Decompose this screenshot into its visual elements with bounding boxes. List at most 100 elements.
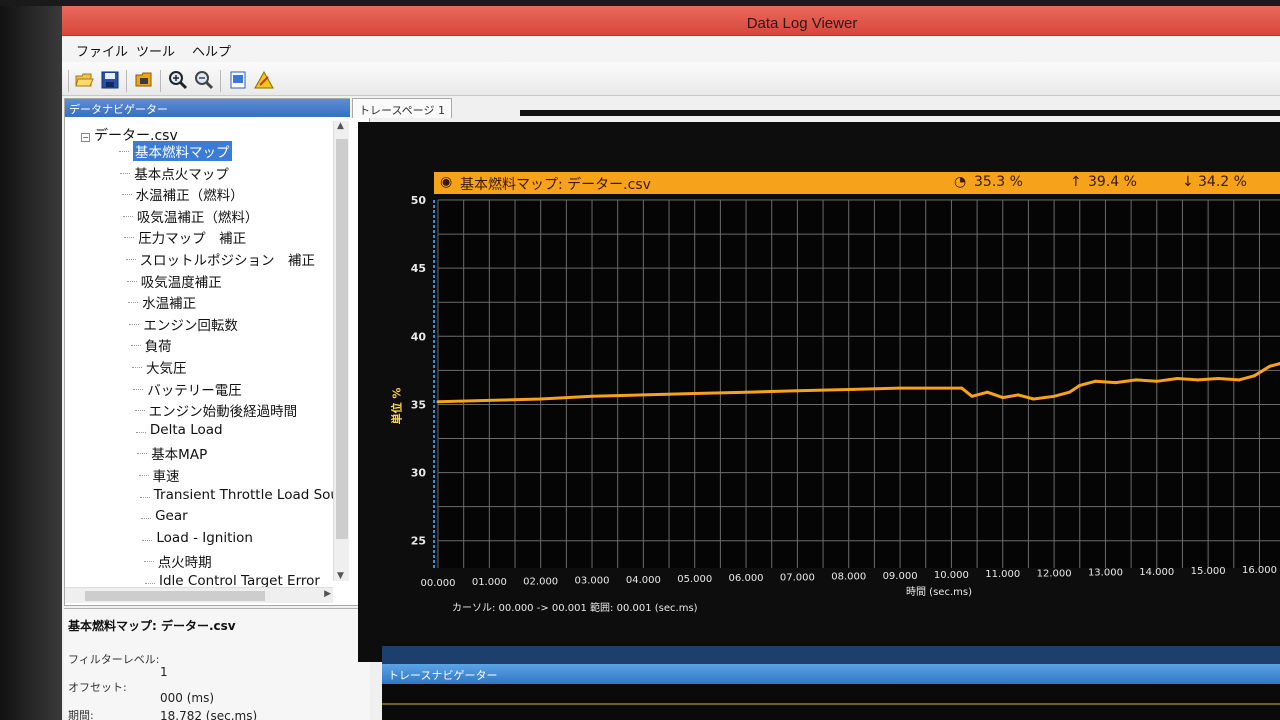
tree-item[interactable]: 水温補正 [142, 292, 196, 312]
data-point [1216, 377, 1220, 381]
tree-connector [130, 345, 141, 347]
period-value: 18.782 (sec.ms) [160, 709, 258, 720]
tree-item[interactable]: 車速 [153, 465, 180, 485]
tree-item[interactable]: Gear [155, 508, 188, 524]
tree-connector [134, 410, 145, 412]
tree-connector [139, 496, 150, 498]
screen: Data Log Viewer ファイル ツール ヘルプ データナビゲーター −… [0, 0, 1280, 720]
data-point [590, 394, 594, 398]
tree-connector [122, 215, 133, 217]
x-tick-label: 11.000 [985, 569, 1020, 580]
x-tick-label: 01.000 [472, 577, 507, 588]
y-tick-label: 45 [411, 262, 426, 275]
data-point [1237, 378, 1241, 382]
data-point [960, 386, 964, 390]
tree-item[interactable]: Idle Control Target Error [159, 573, 320, 587]
tree-item[interactable]: 吸気温度補正 [141, 271, 222, 291]
tree-connector [121, 194, 132, 196]
data-point [1175, 377, 1179, 381]
tree-horizontal-scroll-thumb[interactable] [85, 591, 265, 601]
tree-item[interactable]: スロットルポジション 補正 [140, 249, 316, 269]
tree-item[interactable]: 水温補正（燃料） [136, 184, 244, 204]
warning-icon[interactable] [254, 70, 274, 90]
data-point [693, 392, 697, 396]
export-icon[interactable] [228, 70, 248, 90]
filter-level-label: フィルターレベル: [68, 653, 160, 666]
tree-item[interactable]: Load - Ignition [156, 530, 253, 546]
tree-connector [132, 367, 142, 368]
menu-tools[interactable]: ツール [136, 41, 175, 60]
trace-navigator-body[interactable] [382, 684, 1280, 720]
zoom-out-icon[interactable] [194, 70, 214, 90]
x-tick-label: 09.000 [883, 571, 918, 582]
data-point [970, 394, 974, 398]
tree-item[interactable]: エンジン回転数 [143, 314, 238, 334]
data-point [744, 390, 748, 394]
zoom-in-icon[interactable] [168, 70, 188, 90]
tab-strip-dark-bar [520, 110, 1280, 116]
tree-connector [124, 237, 135, 239]
tree-horizontal-scrollbar[interactable]: ▶ [65, 587, 333, 603]
collapse-icon[interactable]: − [81, 133, 90, 142]
save-icon[interactable] [100, 70, 120, 90]
menu-bar: ファイル ツール ヘルプ [62, 36, 1280, 62]
tree-item[interactable]: 基本燃料マップ [133, 141, 232, 161]
properties-title: 基本燃料マップ: データー.csv [68, 619, 236, 633]
tree-connector [129, 323, 140, 325]
y-tick-label: 35 [411, 398, 426, 411]
scroll-down-icon[interactable]: ▼ [337, 571, 344, 581]
tree-item[interactable]: 点火時期 [158, 551, 212, 571]
tree-item[interactable]: 大気圧 [146, 357, 187, 377]
trace-navigator-overview[interactable] [382, 684, 1280, 720]
tree-item[interactable]: 基本MAP [151, 443, 207, 463]
tree-connector [125, 259, 136, 260]
tree-item[interactable]: Delta Load [150, 422, 223, 438]
trace-chart[interactable]: 25 30 35 40 45 50 00.000 01.000 02.000 03.000 04.0… [358, 122, 1280, 662]
data-navigator-header: データナビゲーター 📌 [65, 99, 369, 117]
data-point [1093, 379, 1097, 383]
open-folder-icon[interactable] [134, 70, 154, 90]
trace-scroll-strip[interactable] [382, 646, 1280, 664]
tree-connector [145, 583, 155, 584]
scroll-up-icon[interactable]: ▲ [337, 121, 344, 131]
x-tick-label: 12.000 [1037, 568, 1072, 579]
data-point [1001, 396, 1005, 400]
scroll-right-icon[interactable]: ▶ [324, 589, 331, 599]
x-tick-label: 10.000 [934, 570, 969, 581]
data-point [1134, 378, 1138, 382]
tree-connector [126, 280, 137, 282]
data-point [1068, 390, 1071, 394]
tab-strip: トレースページ 1 [350, 96, 1280, 118]
tree-item[interactable]: 吸気温補正（燃料） [137, 206, 259, 226]
x-tick-label: 02.000 [523, 576, 558, 587]
offset-value: 000 (ms) [160, 691, 215, 705]
tree-item[interactable]: バッテリー電圧 [147, 379, 242, 399]
data-point [1196, 378, 1200, 382]
tree-item[interactable]: エンジン始動後経過時間 [149, 400, 298, 420]
trace-navigator-title: トレースナビゲーター [388, 669, 498, 682]
x-tick-label: 06.000 [729, 573, 764, 584]
tree-item[interactable]: Transient Throttle Load Sou [154, 487, 333, 503]
x-tick-label: 04.000 [626, 575, 661, 586]
tree-item[interactable]: 負荷 [145, 335, 172, 355]
menu-file[interactable]: ファイル [76, 41, 128, 60]
tree-connector [128, 302, 139, 304]
x-tick-label: 07.000 [780, 572, 815, 583]
tree-connector [142, 539, 153, 541]
tree-vertical-scrollbar[interactable]: ▲ ▼ [333, 121, 349, 581]
x-tick-label: 03.000 [575, 576, 610, 587]
tree-vertical-scroll-thumb[interactable] [336, 139, 348, 539]
x-tick-label: 13.000 [1088, 568, 1123, 579]
period-label: 期間: [68, 709, 94, 720]
title-bar: Data Log Viewer [62, 6, 1280, 36]
menu-help[interactable]: ヘルプ [192, 41, 231, 60]
tree-item[interactable]: 圧力マップ 補正 [138, 227, 246, 247]
open-icon[interactable] [74, 70, 94, 90]
data-point [436, 400, 440, 404]
data-point [1268, 364, 1272, 368]
y-tick-label: 40 [411, 330, 427, 343]
x-axis-label: 時間 (sec.ms) [906, 587, 972, 598]
data-point [847, 387, 851, 391]
tab-trace-page-1[interactable]: トレースページ 1 [352, 98, 452, 118]
tree-item[interactable]: 基本点火マップ [134, 163, 229, 183]
